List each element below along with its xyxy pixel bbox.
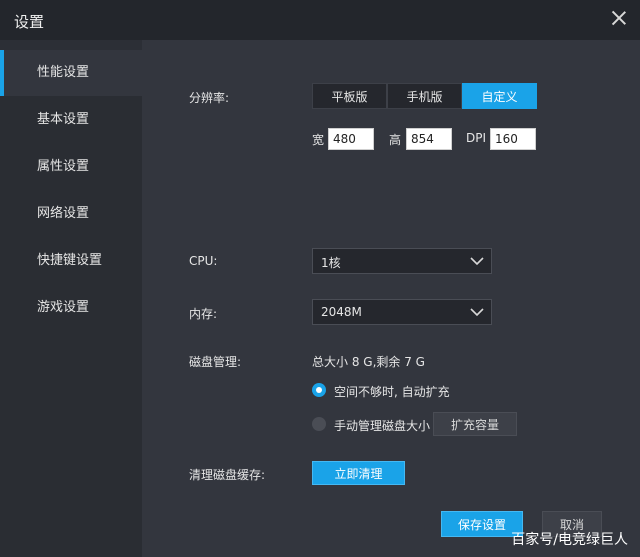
memory-select-value: 2048M: [321, 305, 362, 319]
disk-summary: 总大小 8 G,剩余 7 G: [312, 355, 425, 369]
clean-now-button[interactable]: 立即清理: [312, 461, 405, 485]
resolution-label: 分辨率:: [189, 91, 230, 105]
sidebar-item-network[interactable]: 网络设置: [0, 191, 142, 237]
height-label: 高: [389, 133, 402, 147]
close-icon[interactable]: [610, 9, 628, 27]
width-input[interactable]: [328, 128, 374, 150]
sidebar-item-basic[interactable]: 基本设置: [0, 97, 142, 143]
cpu-select-value: 1核: [321, 256, 341, 270]
width-label: 宽: [312, 133, 325, 147]
sidebar: 性能设置 基本设置 属性设置 网络设置 快捷键设置 游戏设置: [0, 50, 142, 557]
expand-capacity-button[interactable]: 扩充容量: [433, 412, 517, 436]
sidebar-item-performance[interactable]: 性能设置: [0, 50, 142, 96]
chevron-down-icon: [470, 308, 484, 317]
resolution-option-phone[interactable]: 手机版: [387, 83, 462, 109]
resolution-option-tablet[interactable]: 平板版: [312, 83, 387, 109]
disk-manual-radio[interactable]: [312, 417, 326, 431]
watermark-text: 百家号/电竞绿巨人: [511, 532, 628, 548]
disk-manual-label[interactable]: 手动管理磁盘大小: [334, 417, 430, 434]
dpi-input[interactable]: [490, 128, 536, 150]
sidebar-item-properties[interactable]: 属性设置: [0, 144, 142, 190]
cache-label: 清理磁盘缓存:: [189, 468, 266, 482]
disk-auto-label[interactable]: 空间不够时, 自动扩充: [334, 383, 450, 400]
window-title: 设置: [14, 13, 45, 31]
disk-auto-radio[interactable]: [312, 383, 326, 397]
memory-select[interactable]: 2048M: [312, 299, 492, 325]
sidebar-item-shortcuts[interactable]: 快捷键设置: [0, 238, 142, 284]
disk-label: 磁盘管理:: [189, 355, 242, 369]
cpu-label: CPU:: [189, 254, 218, 268]
resolution-option-custom[interactable]: 自定义: [462, 83, 537, 109]
height-input[interactable]: [406, 128, 452, 150]
sidebar-item-game[interactable]: 游戏设置: [0, 285, 142, 331]
settings-window: 设置 性能设置 基本设置 属性设置 网络设置 快捷键设置 游戏设置 分辨率: 平…: [0, 0, 640, 557]
memory-label: 内存:: [189, 307, 218, 321]
dpi-label: DPI: [466, 131, 487, 145]
cpu-select[interactable]: 1核: [312, 248, 492, 274]
resolution-segmented-control: 平板版 手机版 自定义: [312, 83, 537, 109]
chevron-down-icon: [470, 257, 484, 266]
title-bar: 设置: [0, 0, 640, 40]
